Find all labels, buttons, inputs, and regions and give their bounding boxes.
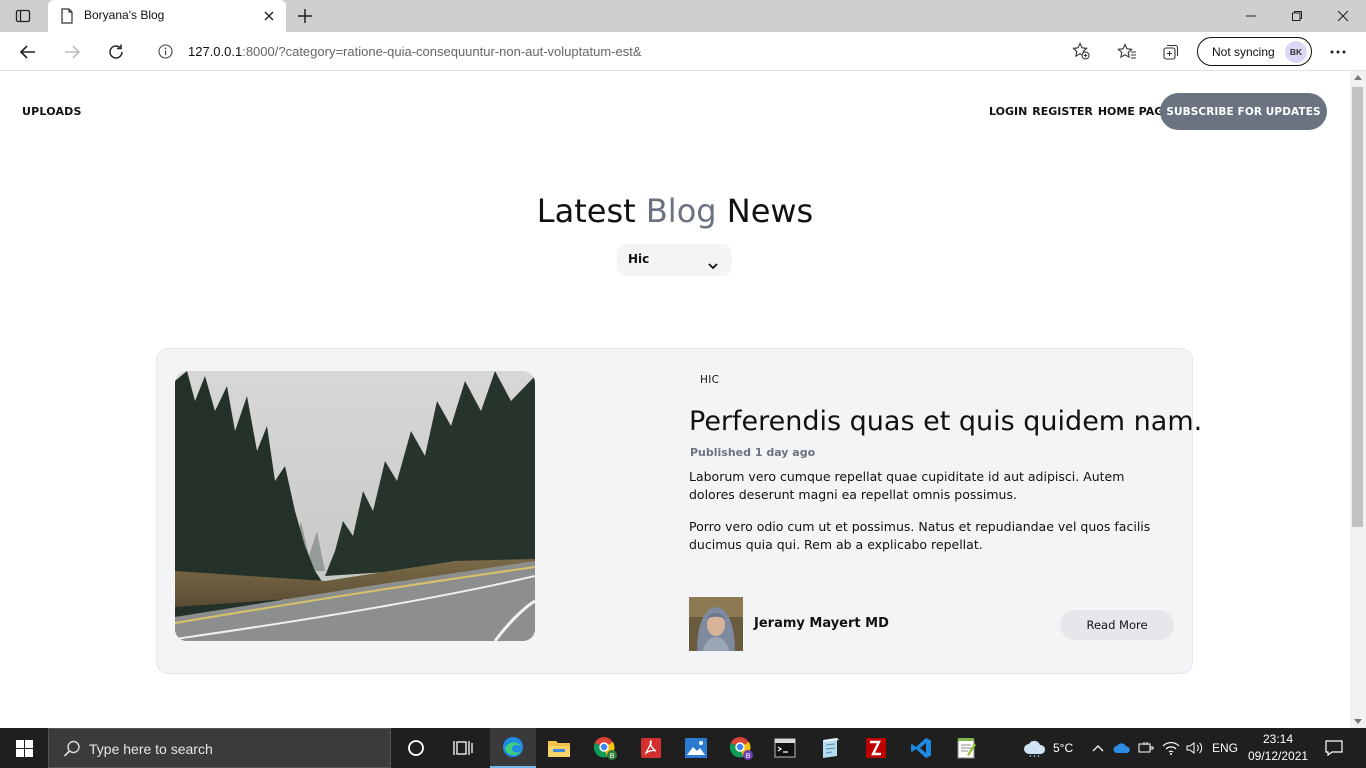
onedrive-icon[interactable] xyxy=(1110,728,1134,768)
sync-profile-button[interactable]: Not syncing BK xyxy=(1197,37,1312,66)
post-category-tag[interactable]: HIC xyxy=(700,374,719,386)
add-favorite-icon[interactable] xyxy=(1072,42,1090,64)
notification-icon[interactable] xyxy=(1316,728,1352,768)
notepad-plus-icon[interactable] xyxy=(943,728,989,768)
page-title: Latest Blog News xyxy=(0,192,1350,230)
vscode-icon[interactable] xyxy=(898,728,944,768)
favorites-icon[interactable] xyxy=(1116,41,1138,63)
post-image[interactable] xyxy=(175,371,535,641)
tab-actions-icon[interactable] xyxy=(14,7,32,25)
post-published: Published 1 day ago xyxy=(690,446,815,459)
clock-date[interactable]: 09/12/2021 xyxy=(1248,749,1308,763)
url-text: 127.0.0.1:8000/?category=ratione-quia-co… xyxy=(188,44,642,59)
profile-avatar: BK xyxy=(1285,41,1307,63)
plus-icon[interactable] xyxy=(296,7,314,29)
tab-title: Boryana's Blog xyxy=(84,8,165,22)
read-more-button[interactable]: Read More xyxy=(1060,610,1174,640)
nav-register-link[interactable]: REGISTER xyxy=(1032,105,1093,118)
wifi-icon[interactable] xyxy=(1159,728,1183,768)
published-when: 1 day ago xyxy=(754,446,816,459)
volume-icon[interactable] xyxy=(1183,728,1207,768)
windows-start-icon[interactable] xyxy=(0,728,48,768)
post-excerpt-1: Laborum vero cumque repellat quae cupidi… xyxy=(689,469,1125,502)
svg-text:B: B xyxy=(746,753,751,760)
filezilla-icon[interactable] xyxy=(853,728,899,768)
avatar xyxy=(689,597,743,651)
collections-icon[interactable] xyxy=(1160,41,1182,63)
sync-label: Not syncing xyxy=(1212,44,1275,59)
headline-pre: Latest xyxy=(536,192,646,230)
nav-login-link[interactable]: LOGIN xyxy=(989,105,1027,118)
close-icon[interactable] xyxy=(262,8,276,27)
weather-cloud-icon[interactable] xyxy=(1012,728,1058,768)
subscribe-button[interactable]: SUBSCRIBE FOR UPDATES xyxy=(1160,93,1327,130)
language-indicator[interactable]: ENG xyxy=(1212,741,1238,755)
top-nav: LOGIN REGISTER HOME PAGE xyxy=(989,105,1171,118)
restore-icon[interactable] xyxy=(1289,8,1305,24)
clock-time[interactable]: 23:14 xyxy=(1263,732,1293,746)
scroll-up-icon[interactable] xyxy=(1354,75,1362,80)
temperature: 5°C xyxy=(1053,741,1074,755)
author-name[interactable]: Jeramy Mayert MD xyxy=(754,616,889,631)
battery-power-icon[interactable] xyxy=(1135,728,1159,768)
minimize-icon[interactable] xyxy=(1243,8,1259,24)
task-view-icon[interactable] xyxy=(440,728,486,768)
chevron-down-icon xyxy=(708,255,718,274)
browser-tab[interactable]: Boryana's Blog xyxy=(48,0,286,32)
scrollbar-thumb[interactable] xyxy=(1352,87,1363,527)
page-viewport: UPLOADS LOGIN REGISTER HOME PAGE SUBSCRI… xyxy=(0,71,1350,728)
post-title[interactable]: Perferendis quas et quis quidem nam. xyxy=(689,406,1202,437)
pdf-reader-icon[interactable] xyxy=(628,728,674,768)
search-icon xyxy=(63,740,81,762)
notes-app-icon[interactable] xyxy=(807,728,853,768)
taskbar: Type here to search B B 5°C ENG 23:14 09… xyxy=(0,728,1366,768)
nav-uploads-link[interactable]: UPLOADS xyxy=(22,105,82,118)
back-icon[interactable] xyxy=(17,41,39,63)
taskbar-search-placeholder: Type here to search xyxy=(89,741,213,757)
file-explorer-icon[interactable] xyxy=(536,728,582,768)
post-excerpt-2: Porro vero odio cum ut et possimus. Natu… xyxy=(689,519,1151,552)
photos-icon[interactable] xyxy=(673,728,719,768)
page-scrollbar[interactable] xyxy=(1350,71,1366,728)
headline-accent: Blog xyxy=(645,192,717,230)
scroll-down-icon[interactable] xyxy=(1354,719,1362,724)
url-field[interactable]: 127.0.0.1:8000/?category=ratione-quia-co… xyxy=(144,36,1100,66)
forward-icon[interactable] xyxy=(61,41,83,63)
chrome-profile-b-icon[interactable]: B xyxy=(582,728,628,768)
more-icon[interactable] xyxy=(1327,41,1349,63)
chrome-profile-b-alt-icon[interactable]: B xyxy=(718,728,764,768)
document-icon xyxy=(60,8,74,28)
category-dropdown[interactable]: Hic xyxy=(617,244,732,276)
url-host: 127.0.0.1 xyxy=(188,44,243,59)
browser-tab-bar: Boryana's Blog xyxy=(0,0,1366,32)
headline-post: News xyxy=(716,192,814,230)
edge-taskbar-icon[interactable] xyxy=(490,728,536,768)
post-card: HIC Perferendis quas et quis quidem nam.… xyxy=(156,348,1202,674)
cortana-icon[interactable] xyxy=(393,728,439,768)
info-icon[interactable] xyxy=(158,44,173,63)
published-prefix: Published xyxy=(690,446,755,459)
category-selected: Hic xyxy=(628,252,650,266)
close-window-icon[interactable] xyxy=(1335,8,1351,24)
refresh-icon[interactable] xyxy=(105,41,127,63)
svg-text:B: B xyxy=(610,753,615,760)
terminal-icon[interactable] xyxy=(762,728,808,768)
chevron-up-icon[interactable] xyxy=(1086,728,1110,768)
taskbar-search-box[interactable]: Type here to search xyxy=(48,728,391,768)
url-path: :8000/?category=ratione-quia-consequuntu… xyxy=(242,44,642,59)
address-bar: 127.0.0.1:8000/?category=ratione-quia-co… xyxy=(0,32,1366,71)
